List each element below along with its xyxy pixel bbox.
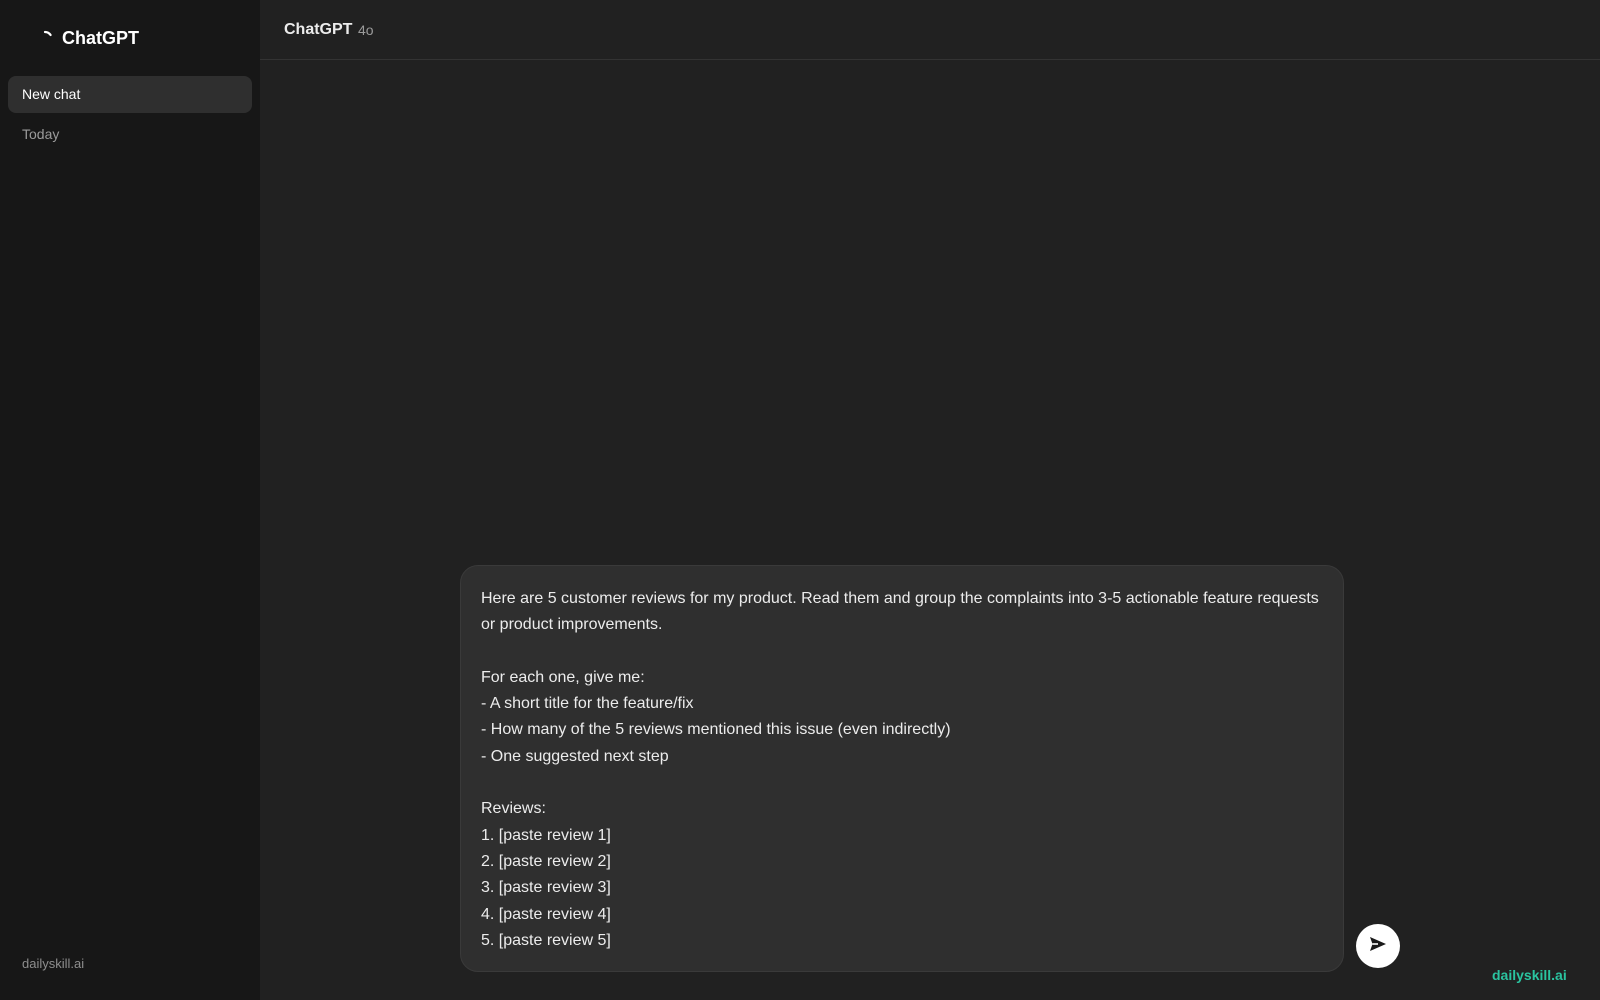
sidebar-footer: dailyskill.ai [22,956,85,971]
message-input[interactable]: Here are 5 customer reviews for my produ… [481,586,1323,955]
message-composer: Here are 5 customer reviews for my produ… [460,565,1344,972]
model-title[interactable]: ChatGPT [284,21,352,39]
send-arrow-icon [1368,934,1388,959]
send-button[interactable] [1356,924,1400,968]
loading-spinner-icon [35,29,55,49]
brand-name: ChatGPT [62,28,140,48]
model-version[interactable]: 4o [358,22,374,38]
top-bar: ChatGPT 4o [260,0,1600,60]
watermark: dailyskill.ai [1492,967,1567,983]
brand[interactable]: ChatGPT [35,28,139,49]
sidebar: ChatGPT New chat Today dailyskill.ai [0,0,260,1000]
new-chat-button[interactable]: New chat [8,76,252,113]
section-label-today: Today [22,126,60,142]
